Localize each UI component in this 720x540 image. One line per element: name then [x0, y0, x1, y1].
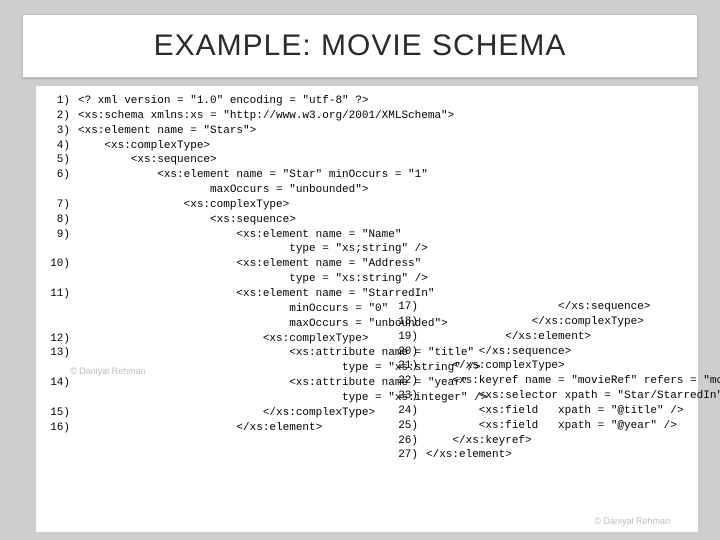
line-number: 7) — [42, 198, 78, 213]
line-number: 26) — [390, 434, 426, 449]
line-number: 17) — [390, 300, 426, 315]
line-number — [42, 391, 78, 406]
line-number — [42, 183, 78, 198]
code-text: <xs:sequence> — [78, 153, 692, 168]
code-line: 8) <xs:sequence> — [42, 213, 692, 228]
code-text: <xs:element name = "Name" — [78, 228, 692, 243]
line-number: 24) — [390, 404, 426, 419]
slide-title: EXAMPLE: MOVIE SCHEMA — [43, 29, 677, 63]
line-number: 1) — [42, 94, 78, 109]
line-number — [42, 242, 78, 257]
line-number: 4) — [42, 139, 78, 154]
code-line: 21) </xs:complexType> — [390, 359, 720, 374]
code-line: 5) <xs:sequence> — [42, 153, 692, 168]
line-number: 3) — [42, 124, 78, 139]
line-number — [42, 272, 78, 287]
code-line: 20) </xs:sequence> — [390, 345, 720, 360]
line-number: 5) — [42, 153, 78, 168]
code-line: 9) <xs:element name = "Name" — [42, 228, 692, 243]
code-text: <xs:sequence> — [78, 213, 692, 228]
line-number: 6) — [42, 168, 78, 183]
slide: EXAMPLE: MOVIE SCHEMA 1)<? xml version =… — [0, 0, 720, 540]
code-text: <xs:keyref name = "movieRef" refers = "m… — [426, 374, 720, 389]
code-block-right: 17) </xs:sequence>18) </xs:complexType>1… — [390, 300, 720, 463]
line-number: 8) — [42, 213, 78, 228]
code-line: 26) </xs:keyref> — [390, 434, 720, 449]
line-number — [42, 317, 78, 332]
line-number: 23) — [390, 389, 426, 404]
line-number: 9) — [42, 228, 78, 243]
line-number: 21) — [390, 359, 426, 374]
code-line: 3)<xs:element name = "Stars"> — [42, 124, 692, 139]
code-text: </xs:complexType> — [426, 359, 720, 374]
code-text: </xs:sequence> — [426, 345, 720, 360]
line-number: 12) — [42, 332, 78, 347]
code-line: 6) <xs:element name = "Star" minOccurs =… — [42, 168, 692, 183]
code-line: type = "xs;string" /> — [42, 242, 692, 257]
code-text: <? xml version = "1.0" encoding = "utf-8… — [78, 94, 692, 109]
code-line: 22) <xs:keyref name = "movieRef" refers … — [390, 374, 720, 389]
code-text: <xs:schema xmlns:xs = "http://www.w3.org… — [78, 109, 692, 124]
code-text: <xs:field xpath = "@title" /> — [426, 404, 720, 419]
line-number: 15) — [42, 406, 78, 421]
code-text: </xs:keyref> — [426, 434, 720, 449]
code-line: 24) <xs:field xpath = "@title" /> — [390, 404, 720, 419]
code-line: 4) <xs:complexType> — [42, 139, 692, 154]
line-number: 14) — [42, 376, 78, 391]
code-line: 7) <xs:complexType> — [42, 198, 692, 213]
code-text: <xs:element name = "Star" minOccurs = "1… — [78, 168, 692, 183]
line-number: 13) — [42, 346, 78, 361]
code-text: <xs:complexType> — [78, 139, 692, 154]
title-box: EXAMPLE: MOVIE SCHEMA — [22, 14, 698, 78]
code-line: 1)<? xml version = "1.0" encoding = "utf… — [42, 94, 692, 109]
code-text: <xs:complexType> — [78, 198, 692, 213]
line-number: 27) — [390, 448, 426, 463]
line-number: 18) — [390, 315, 426, 330]
code-line: 18) </xs:complexType> — [390, 315, 720, 330]
line-number: 16) — [42, 421, 78, 436]
code-line: maxOccurs = "unbounded"> — [42, 183, 692, 198]
line-number: 11) — [42, 287, 78, 302]
line-number: 25) — [390, 419, 426, 434]
code-line: 27)</xs:element> — [390, 448, 720, 463]
code-text: <xs:field xpath = "@year" /> — [426, 419, 720, 434]
code-line: 2)<xs:schema xmlns:xs = "http://www.w3.o… — [42, 109, 692, 124]
line-number: 22) — [390, 374, 426, 389]
code-text: </xs:element> — [426, 448, 720, 463]
code-text: type = "xs:string" /> — [78, 272, 692, 287]
code-line: 23) <xs:selector xpath = "Star/StarredIn… — [390, 389, 720, 404]
code-line: 17) </xs:sequence> — [390, 300, 720, 315]
code-line: type = "xs:string" /> — [42, 272, 692, 287]
code-text: </xs:complexType> — [426, 315, 720, 330]
line-number: 2) — [42, 109, 78, 124]
line-number: 20) — [390, 345, 426, 360]
code-line: 25) <xs:field xpath = "@year" /> — [390, 419, 720, 434]
code-text: <xs:element name = "Stars"> — [78, 124, 692, 139]
line-number — [42, 361, 78, 376]
code-text: </xs:element> — [426, 330, 720, 345]
code-text: </xs:sequence> — [426, 300, 720, 315]
code-text: <xs:element name = "Address" — [78, 257, 692, 272]
line-number: 19) — [390, 330, 426, 345]
code-line: 10) <xs:element name = "Address" — [42, 257, 692, 272]
code-line: 19) </xs:element> — [390, 330, 720, 345]
line-number: 10) — [42, 257, 78, 272]
code-text: <xs:selector xpath = "Star/StarredIn" /> — [426, 389, 720, 404]
code-text: type = "xs;string" /> — [78, 242, 692, 257]
line-number — [42, 302, 78, 317]
code-text: maxOccurs = "unbounded"> — [78, 183, 692, 198]
